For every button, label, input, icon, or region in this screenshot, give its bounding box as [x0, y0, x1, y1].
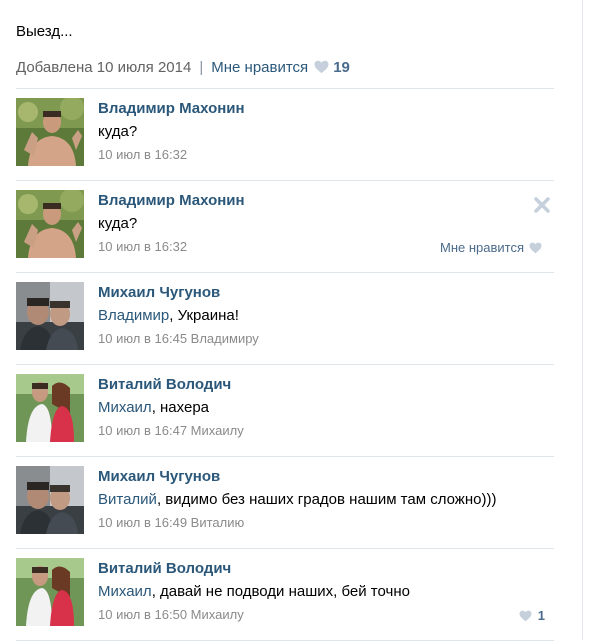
post-page: Выезд... Добавлена 10 июля 2014 | Мне нрав…	[0, 0, 600, 641]
meta-separator: |	[199, 59, 204, 76]
comment-text: Михаил, нахера	[98, 399, 209, 416]
reply-to-link[interactable]: Михаилу	[191, 423, 244, 438]
reply-to-link[interactable]: Владимиру	[191, 331, 259, 346]
mention-link[interactable]: Виталий	[98, 491, 157, 508]
comment: Владимир Махонин куда? 10 июл в 16:32	[0, 89, 583, 181]
comment-timestamp[interactable]: 10 июл в 16:45	[98, 331, 187, 346]
mention-link[interactable]: Михаил	[98, 399, 152, 416]
post-like-count: 19	[333, 59, 350, 76]
mention-link[interactable]: Владимир	[98, 307, 169, 324]
post-meta: Добавлена 10 июля 2014 | Мне нравится 19	[16, 59, 350, 78]
comment: Михаил Чугунов Владимир, Украина! 10 июл…	[0, 273, 583, 365]
comment-text: Владимир, Украина!	[98, 307, 239, 324]
comment-body: куда?	[98, 215, 138, 232]
delete-comment-icon[interactable]	[533, 196, 551, 214]
heart-icon[interactable]	[314, 60, 329, 78]
comment-body: куда?	[98, 123, 138, 140]
comment-author[interactable]: Владимир Махонин	[98, 192, 245, 209]
comment-body: , Украина!	[169, 307, 239, 324]
avatar[interactable]	[16, 98, 84, 166]
mention-link[interactable]: Михаил	[98, 583, 152, 600]
comment-text: куда?	[98, 215, 137, 232]
comment-like-button[interactable]: Мне нравится	[440, 240, 542, 257]
comment-text: Виталий, видимо без наших градов нашим т…	[98, 491, 496, 508]
comment-date: 10 июл в 16:32	[98, 239, 187, 254]
comment-author[interactable]: Михаил Чугунов	[98, 284, 220, 301]
comment-author[interactable]: Михаил Чугунов	[98, 468, 220, 485]
comment-author[interactable]: Владимир Махонин	[98, 100, 245, 117]
comment-body: , видимо без наших градов нашим там слож…	[156, 491, 497, 508]
comment: Виталий Володич Михаил, нахера 10 июл в …	[0, 365, 583, 457]
comment-body: , нахера	[151, 399, 210, 416]
comment-author[interactable]: Виталий Володич	[98, 560, 231, 577]
comment-timestamp[interactable]: 10 июл в 16:49	[98, 515, 187, 530]
comment-like-label[interactable]: Мне нравится	[440, 240, 524, 255]
comment-author[interactable]: Виталий Володич	[98, 376, 231, 393]
comment-date: 10 июл в 16:50 Михаилу	[98, 607, 244, 622]
avatar[interactable]	[16, 374, 84, 442]
comment-like-button[interactable]: 1	[519, 608, 545, 625]
comment: Виталий Володич Михаил, давай не подводи…	[0, 549, 583, 641]
reply-to-link[interactable]: Виталию	[191, 515, 245, 530]
comment-timestamp[interactable]: 10 июл в 16:32	[98, 147, 187, 162]
comment-like-count: 1	[537, 608, 545, 623]
heart-icon[interactable]	[529, 242, 542, 257]
heart-icon[interactable]	[519, 610, 532, 625]
comment-timestamp[interactable]: 10 июл в 16:47	[98, 423, 187, 438]
avatar[interactable]	[16, 282, 84, 350]
comment-timestamp[interactable]: 10 июл в 16:50	[98, 607, 187, 622]
comment-text: куда?	[98, 123, 137, 140]
comment-date: 10 июл в 16:47 Михаилу	[98, 423, 244, 438]
reply-to-link[interactable]: Михаилу	[191, 607, 244, 622]
avatar[interactable]	[16, 190, 84, 258]
comment-body: , давай не подводи наших, бей точно	[151, 583, 410, 600]
comment: Владимир Махонин куда? 10 июл в 16:32 Мн…	[0, 181, 583, 273]
comment-timestamp[interactable]: 10 июл в 16:32	[98, 239, 187, 254]
avatar[interactable]	[16, 558, 84, 626]
post-date: Добавлена 10 июля 2014	[16, 59, 192, 76]
post-like-button[interactable]: Мне нравится	[211, 59, 308, 76]
post-caption: Выезд...	[16, 23, 73, 40]
comment-date: 10 июл в 16:32	[98, 147, 187, 162]
comment-date: 10 июл в 16:45 Владимиру	[98, 331, 259, 346]
comment-text: Михаил, давай не подводи наших, бей точн…	[98, 583, 410, 600]
comment-date: 10 июл в 16:49 Виталию	[98, 515, 244, 530]
avatar[interactable]	[16, 466, 84, 534]
comment: Михаил Чугунов Виталий, видимо без наших…	[0, 457, 583, 549]
